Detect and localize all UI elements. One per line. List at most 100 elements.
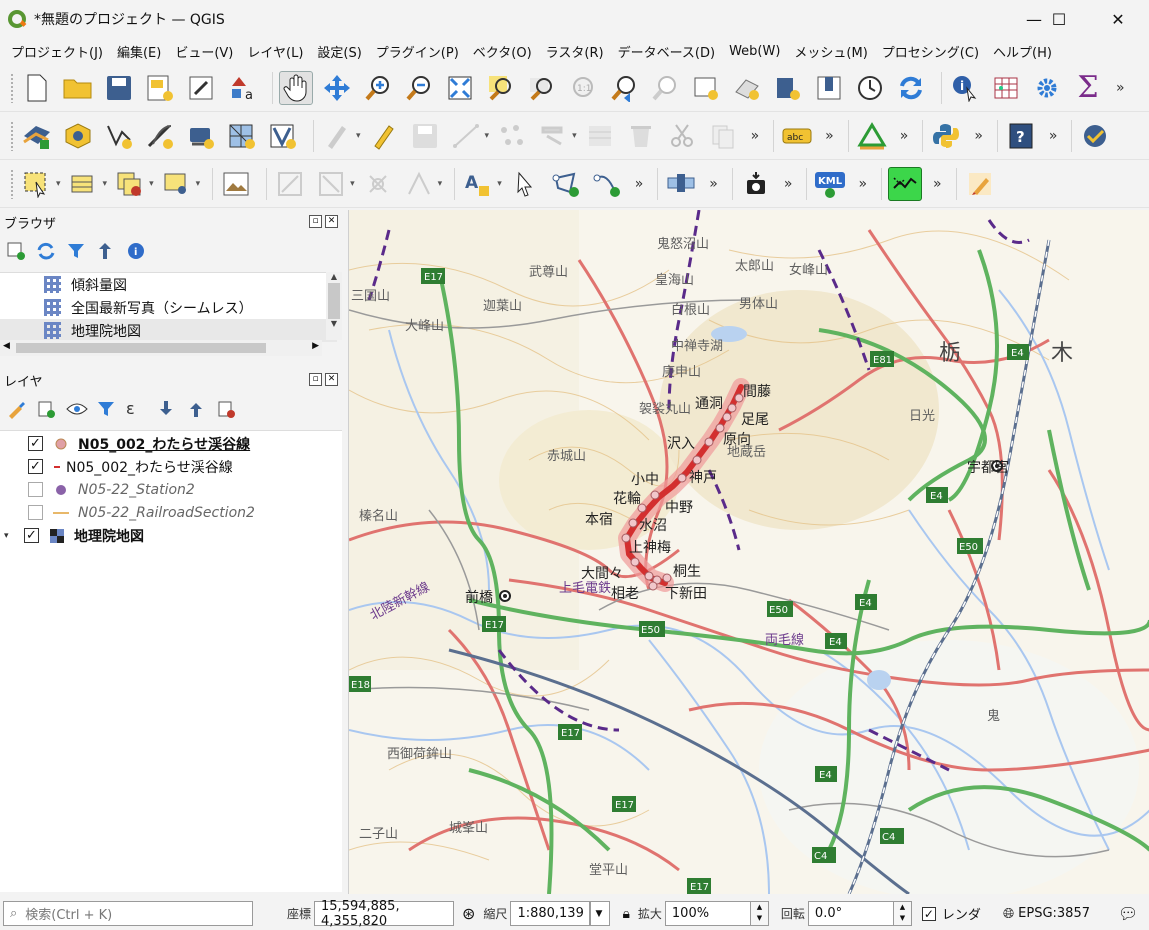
remove-layer-icon[interactable] bbox=[216, 399, 236, 419]
new-map-view-icon[interactable] bbox=[689, 71, 723, 105]
menu-web[interactable]: Web(W) bbox=[722, 44, 787, 59]
refresh-icon[interactable] bbox=[894, 71, 928, 105]
photo-capture-icon[interactable] bbox=[739, 167, 773, 201]
map-svg[interactable]: E17 E81 E4 E4 E50 E50 E4 E4 E50 E17 E18 … bbox=[349, 210, 1149, 894]
close-panel-icon[interactable]: ✕ bbox=[325, 215, 338, 228]
layout-manager-icon[interactable] bbox=[184, 71, 218, 105]
filter-icon[interactable] bbox=[66, 241, 86, 261]
check-geometries-icon[interactable] bbox=[1078, 119, 1112, 153]
toolbar-overflow-button[interactable]: » bbox=[751, 128, 760, 144]
chevron-down-icon[interactable]: ▾ bbox=[56, 179, 61, 189]
lock-scale-icon[interactable]: 🔒︎ bbox=[622, 906, 629, 922]
digitize-line-icon[interactable] bbox=[449, 119, 483, 153]
zoom-full-icon[interactable] bbox=[443, 71, 477, 105]
messages-icon[interactable]: 💬︎ bbox=[1118, 904, 1138, 923]
current-edits-icon[interactable] bbox=[320, 119, 354, 153]
locator-search-input[interactable]: ⌕ 検索(Ctrl + K) bbox=[3, 901, 253, 926]
menu-processing[interactable]: プロセシング(C) bbox=[875, 42, 986, 61]
style-manager-icon[interactable]: a bbox=[225, 71, 259, 105]
menu-plugins[interactable]: プラグイン(P) bbox=[369, 42, 466, 61]
toolbar-overflow-button[interactable]: » bbox=[825, 128, 834, 144]
toolbar-overflow-button[interactable]: » bbox=[974, 128, 983, 144]
magnifier-spin-buttons[interactable]: ▲ ▼ bbox=[750, 901, 769, 926]
open-project-icon[interactable] bbox=[61, 71, 95, 105]
menu-mesh[interactable]: メッシュ(M) bbox=[787, 42, 874, 61]
toolbar-overflow-button[interactable]: » bbox=[784, 176, 793, 192]
scroll-right-icon[interactable]: ▶ bbox=[312, 341, 319, 351]
chevron-down-icon[interactable]: ▾ bbox=[196, 179, 201, 189]
chevron-down-icon[interactable]: ▾ bbox=[438, 179, 443, 189]
rotation-field[interactable]: 0.0° bbox=[807, 901, 894, 926]
menu-layer[interactable]: レイヤ(L) bbox=[240, 42, 310, 61]
scroll-up-icon[interactable]: ▲ bbox=[326, 272, 342, 281]
scale-field[interactable]: 1:880,139 bbox=[510, 901, 591, 926]
add-group-icon[interactable] bbox=[36, 399, 56, 419]
vertex-tool-icon[interactable] bbox=[495, 119, 529, 153]
expand-arrow-icon[interactable]: ▾ bbox=[4, 531, 12, 541]
new-print-layout-icon[interactable] bbox=[143, 71, 177, 105]
select-features-icon[interactable] bbox=[20, 167, 54, 201]
chevron-down-icon[interactable]: ▾ bbox=[103, 179, 108, 189]
new-project-icon[interactable] bbox=[20, 71, 54, 105]
new-geopackage-layer-icon[interactable] bbox=[61, 119, 95, 153]
data-source-manager-icon[interactable] bbox=[20, 119, 54, 153]
toolbar-grip[interactable] bbox=[10, 120, 14, 151]
label-tool-icon[interactable]: A bbox=[461, 167, 495, 201]
manage-visibility-icon[interactable] bbox=[66, 399, 88, 419]
scroll-thumb[interactable] bbox=[328, 283, 340, 319]
scroll-thumb[interactable] bbox=[16, 343, 266, 353]
pin-labels-icon[interactable] bbox=[664, 167, 698, 201]
copy-features-icon[interactable] bbox=[706, 119, 740, 153]
filter-legend-icon[interactable] bbox=[96, 399, 116, 419]
chevron-down-icon[interactable]: ▾ bbox=[350, 179, 355, 189]
browser-item-slope-map[interactable]: 傾斜量図 bbox=[0, 273, 337, 296]
crs-label[interactable]: EPSG:3857 bbox=[1018, 906, 1090, 921]
python-console-icon[interactable] bbox=[929, 119, 963, 153]
show-spatial-bookmarks-icon[interactable] bbox=[812, 71, 846, 105]
layer-styling-icon[interactable] bbox=[6, 399, 26, 419]
float-panel-icon[interactable]: ▫ bbox=[309, 215, 322, 228]
toolbar-overflow-button[interactable]: » bbox=[635, 176, 644, 192]
layer-visibility-checkbox[interactable]: ✓ bbox=[24, 528, 39, 543]
scroll-down-icon[interactable]: ▼ bbox=[326, 319, 342, 328]
toolbar-overflow-button[interactable]: » bbox=[858, 176, 867, 192]
processing-toolbox-icon[interactable] bbox=[1030, 71, 1064, 105]
layer-item-railroad-section2[interactable]: N05-22_RailroadSection2 bbox=[0, 501, 342, 524]
collapse-all-icon[interactable] bbox=[186, 399, 206, 419]
maximize-button[interactable]: ☐ bbox=[1036, 0, 1082, 38]
georeferencer-image-icon[interactable] bbox=[219, 167, 253, 201]
expand-all-icon[interactable] bbox=[156, 399, 176, 419]
new-vector-tile-layer-icon[interactable] bbox=[266, 119, 300, 153]
layer-item-stations[interactable]: ✓ N05_002_わたらせ渓谷線 bbox=[0, 432, 342, 455]
snapping-icon[interactable] bbox=[361, 167, 395, 201]
add-selected-layers-icon[interactable] bbox=[6, 241, 26, 261]
browser-item-gsi-map[interactable]: 地理院地図 bbox=[0, 319, 337, 342]
edit-attributes-icon[interactable] bbox=[583, 119, 617, 153]
properties-info-icon[interactable]: i bbox=[126, 241, 146, 261]
add-line-annotation-icon[interactable] bbox=[590, 167, 624, 201]
toggle-extents-icon[interactable]: ⊛ bbox=[462, 904, 475, 923]
toolbar-overflow-button[interactable]: » bbox=[1049, 128, 1058, 144]
menu-help[interactable]: ヘルプ(H) bbox=[986, 42, 1059, 61]
help-contents-icon[interactable]: ? bbox=[1004, 119, 1038, 153]
new-temporary-layer-icon[interactable] bbox=[143, 119, 177, 153]
new-mesh-layer-icon[interactable] bbox=[225, 119, 259, 153]
zoom-next-icon[interactable] bbox=[648, 71, 682, 105]
zoom-out-icon[interactable] bbox=[402, 71, 436, 105]
statistics-summary-icon[interactable]: Σ bbox=[1071, 70, 1105, 105]
toggle-editing-icon[interactable] bbox=[367, 119, 401, 153]
layer-visibility-checkbox[interactable] bbox=[28, 505, 43, 520]
layer-visibility-checkbox[interactable]: ✓ bbox=[28, 436, 43, 451]
new-spatial-bookmark-icon[interactable] bbox=[771, 71, 805, 105]
menu-edit[interactable]: 編集(E) bbox=[110, 42, 168, 61]
chevron-down-icon[interactable]: ▾ bbox=[572, 131, 577, 141]
new-virtual-layer-icon[interactable] bbox=[184, 119, 218, 153]
new-3d-map-view-icon[interactable] bbox=[730, 71, 764, 105]
attribute-table-icon[interactable] bbox=[989, 71, 1023, 105]
menu-vector[interactable]: ベクタ(O) bbox=[466, 42, 539, 61]
browser-vertical-scrollbar[interactable]: ▲ ▼ bbox=[326, 272, 342, 340]
split-features-icon[interactable] bbox=[402, 167, 436, 201]
chevron-down-icon[interactable]: ▾ bbox=[149, 179, 154, 189]
delete-selected-icon[interactable] bbox=[624, 119, 658, 153]
layer-item-station2[interactable]: N05-22_Station2 bbox=[0, 478, 342, 501]
